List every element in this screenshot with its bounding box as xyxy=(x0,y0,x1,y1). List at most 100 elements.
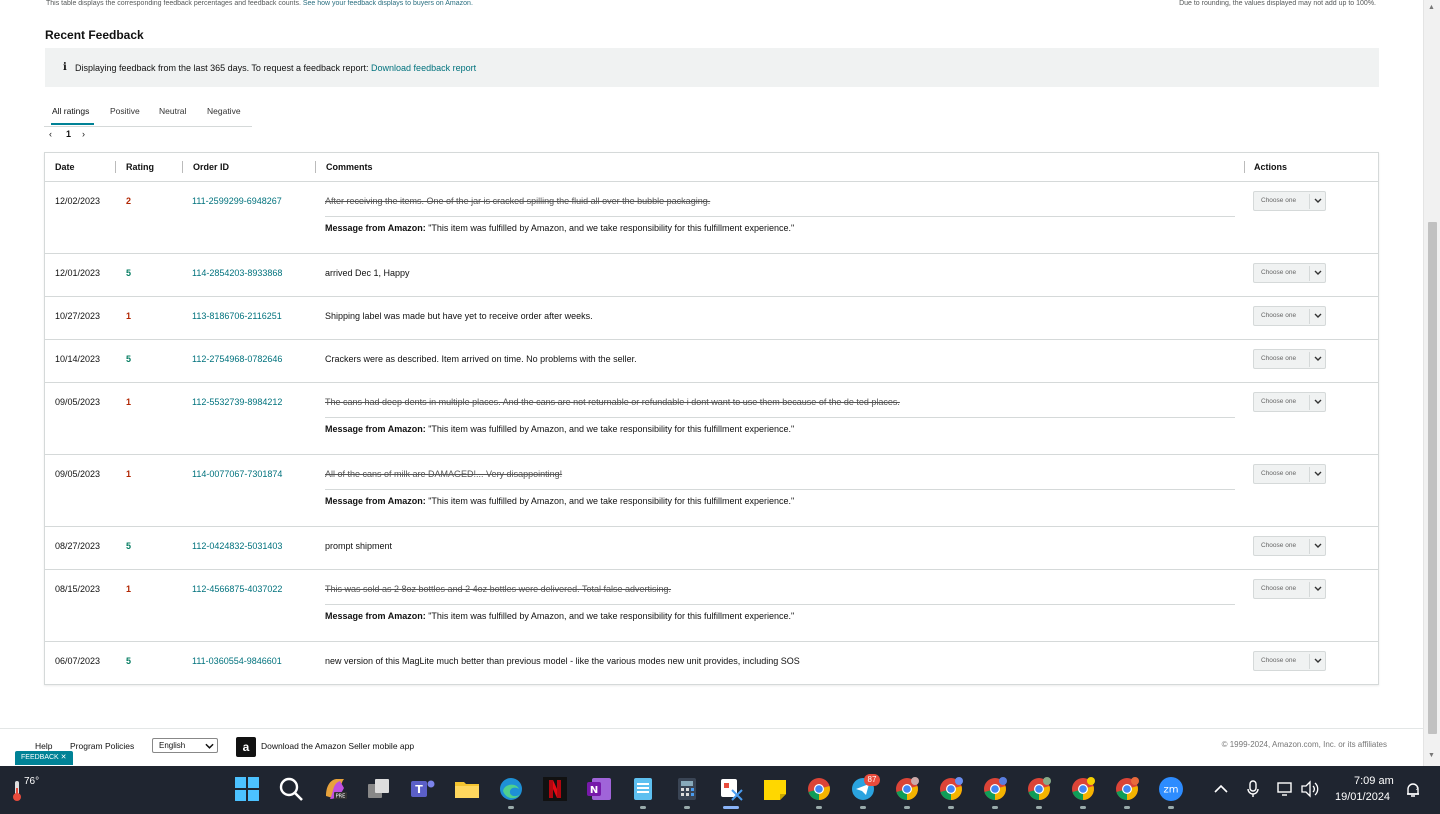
chrome-profile-icon[interactable] xyxy=(894,776,920,802)
file-explorer-icon[interactable] xyxy=(454,776,480,802)
choose-action-dropdown[interactable]: Choose one xyxy=(1253,349,1326,369)
choose-action-label: Choose one xyxy=(1261,398,1297,405)
order-id-link[interactable]: 112-4566875-4037022 xyxy=(192,584,282,594)
order-id-link[interactable]: 114-0077067-7301874 xyxy=(192,469,282,479)
notification-bell-icon[interactable]: z xyxy=(1405,782,1421,798)
download-app-link[interactable]: Download the Amazon Seller mobile app xyxy=(261,741,414,751)
choose-action-dropdown[interactable]: Choose one xyxy=(1253,579,1326,599)
choose-action-dropdown[interactable]: Choose one xyxy=(1253,651,1326,671)
order-id-link[interactable]: 112-2754968-0782646 xyxy=(192,354,282,364)
amazon-message-label: Message from Amazon: xyxy=(325,223,426,233)
amazon-message: Message from Amazon: "This item was fulf… xyxy=(325,424,794,434)
feedback-rating: 5 xyxy=(126,268,132,278)
order-id-link[interactable]: 111-0360554-9846601 xyxy=(192,656,282,666)
network-icon[interactable] xyxy=(1276,780,1294,798)
choose-action-dropdown[interactable]: Choose one xyxy=(1253,263,1326,283)
edge-icon[interactable] xyxy=(498,776,524,802)
teams-icon[interactable]: T xyxy=(410,776,436,802)
snipping-tool-icon[interactable] xyxy=(718,776,744,802)
feedback-date: 06/07/2023 xyxy=(55,656,101,666)
scroll-down-icon[interactable]: ▼ xyxy=(1428,752,1435,759)
feedback-rating: 1 xyxy=(126,311,132,321)
search-icon[interactable] xyxy=(278,776,304,802)
amazon-app-icon[interactable]: a xyxy=(236,737,256,757)
info-banner: i Displaying feedback from the last 365 … xyxy=(45,48,1379,87)
order-id-link[interactable]: 112-5532739-8984212 xyxy=(192,397,282,407)
chrome-profile-icon[interactable] xyxy=(1114,776,1140,802)
order-id-link[interactable]: 112-0424832-5031403 xyxy=(192,541,282,551)
volume-icon[interactable] xyxy=(1300,780,1320,798)
pager-next-icon[interactable]: › xyxy=(82,129,85,139)
amazon-message-label: Message from Amazon: xyxy=(325,424,426,434)
zoom-icon[interactable]: zm xyxy=(1158,776,1184,802)
chrome-profile-icon[interactable] xyxy=(982,776,1008,802)
page-scrollbar[interactable]: ▲ ▼ xyxy=(1423,0,1440,766)
tab-positive[interactable]: Positive xyxy=(110,106,140,116)
chrome-icon[interactable] xyxy=(806,776,832,802)
scroll-thumb[interactable] xyxy=(1428,222,1437,734)
svg-text:zm: zm xyxy=(1164,785,1179,796)
help-link[interactable]: Help xyxy=(35,741,52,751)
chevron-down-icon xyxy=(1314,198,1322,203)
dropdown-separator xyxy=(1309,654,1310,669)
info-text: Displaying feedback from the last 365 da… xyxy=(75,63,477,73)
choose-action-dropdown[interactable]: Choose one xyxy=(1253,306,1326,326)
chevron-down-icon xyxy=(1314,471,1322,476)
tab-all-ratings[interactable]: All ratings xyxy=(52,106,89,116)
chevron-up-icon[interactable] xyxy=(1214,784,1228,794)
chrome-profile-icon[interactable] xyxy=(1070,776,1096,802)
order-id-link[interactable]: 113-8186706-2116251 xyxy=(192,311,282,321)
order-id-link[interactable]: 114-2854203-8933868 xyxy=(192,268,282,278)
clock-time[interactable]: 7:09 am xyxy=(1354,775,1394,787)
feedback-rating: 1 xyxy=(126,584,132,594)
choose-action-label: Choose one xyxy=(1261,657,1297,664)
feedback-date: 10/14/2023 xyxy=(55,354,101,364)
page: This table displays the corresponding fe… xyxy=(0,0,1423,766)
order-id-link[interactable]: 111-2599299-6948267 xyxy=(192,196,282,206)
temperature: 76° xyxy=(24,776,40,787)
program-policies-link[interactable]: Program Policies xyxy=(70,741,134,751)
feedback-table: Date Rating Order ID Comments Actions 12… xyxy=(44,152,1379,685)
feedback-tab[interactable]: FEEDBACK ✕ xyxy=(15,751,73,765)
tab-neutral[interactable]: Neutral xyxy=(159,106,186,116)
pager-current-page[interactable]: 1 xyxy=(66,129,71,139)
amazon-message-label: Message from Amazon: xyxy=(325,496,426,506)
windows-start-icon[interactable] xyxy=(234,776,260,802)
amazon-message-label: Message from Amazon: xyxy=(325,611,426,621)
feedback-comment: prompt shipment xyxy=(325,541,393,551)
pager-prev-icon[interactable]: ‹ xyxy=(49,129,52,139)
scroll-up-icon[interactable]: ▲ xyxy=(1428,4,1435,11)
amazon-message: Message from Amazon: "This item was fulf… xyxy=(325,223,794,233)
onenote-icon[interactable]: N xyxy=(586,776,612,802)
chrome-profile-icon[interactable] xyxy=(938,776,964,802)
choose-action-label: Choose one xyxy=(1261,197,1297,204)
language-select[interactable]: English xyxy=(152,738,218,753)
choose-action-dropdown[interactable]: Choose one xyxy=(1253,464,1326,484)
netflix-icon[interactable] xyxy=(542,776,568,802)
choose-action-dropdown[interactable]: Choose one xyxy=(1253,191,1326,211)
clock-date[interactable]: 19/01/2024 xyxy=(1335,791,1390,803)
chrome-profile-icon[interactable] xyxy=(1026,776,1052,802)
calculator-icon[interactable] xyxy=(674,776,700,802)
feedback-date: 08/15/2023 xyxy=(55,584,101,594)
buyer-display-link[interactable]: See how your feedback displays to buyers… xyxy=(303,0,473,7)
sticky-notes-icon[interactable] xyxy=(762,776,788,802)
copilot-icon[interactable]: PRE xyxy=(322,776,348,802)
choose-action-dropdown[interactable]: Choose one xyxy=(1253,536,1326,556)
amazon-message-text: "This item was fulfilled by Amazon, and … xyxy=(428,611,795,621)
feedback-date: 10/27/2023 xyxy=(55,311,101,321)
feedback-comment: All of the cans of milk are DAMAGED!... … xyxy=(325,469,563,479)
chevron-down-icon xyxy=(1314,586,1322,591)
download-report-link[interactable]: Download feedback report xyxy=(371,63,476,73)
task-view-icon[interactable] xyxy=(366,776,392,802)
microphone-icon[interactable] xyxy=(1246,780,1260,798)
feedback-date: 09/05/2023 xyxy=(55,469,101,479)
choose-action-dropdown[interactable]: Choose one xyxy=(1253,392,1326,412)
tab-negative[interactable]: Negative xyxy=(207,106,241,116)
feedback-date: 12/02/2023 xyxy=(55,196,101,206)
weather-widget[interactable]: 76° xyxy=(12,774,52,806)
notepad-icon[interactable] xyxy=(630,776,656,802)
amazon-message-text: "This item was fulfilled by Amazon, and … xyxy=(428,223,795,233)
feedback-comment: Crackers were as described. Item arrived… xyxy=(325,354,637,364)
windows-taskbar: 76° PRE T N 87 zm 7:09 am 19/01/2024 z xyxy=(0,766,1440,814)
